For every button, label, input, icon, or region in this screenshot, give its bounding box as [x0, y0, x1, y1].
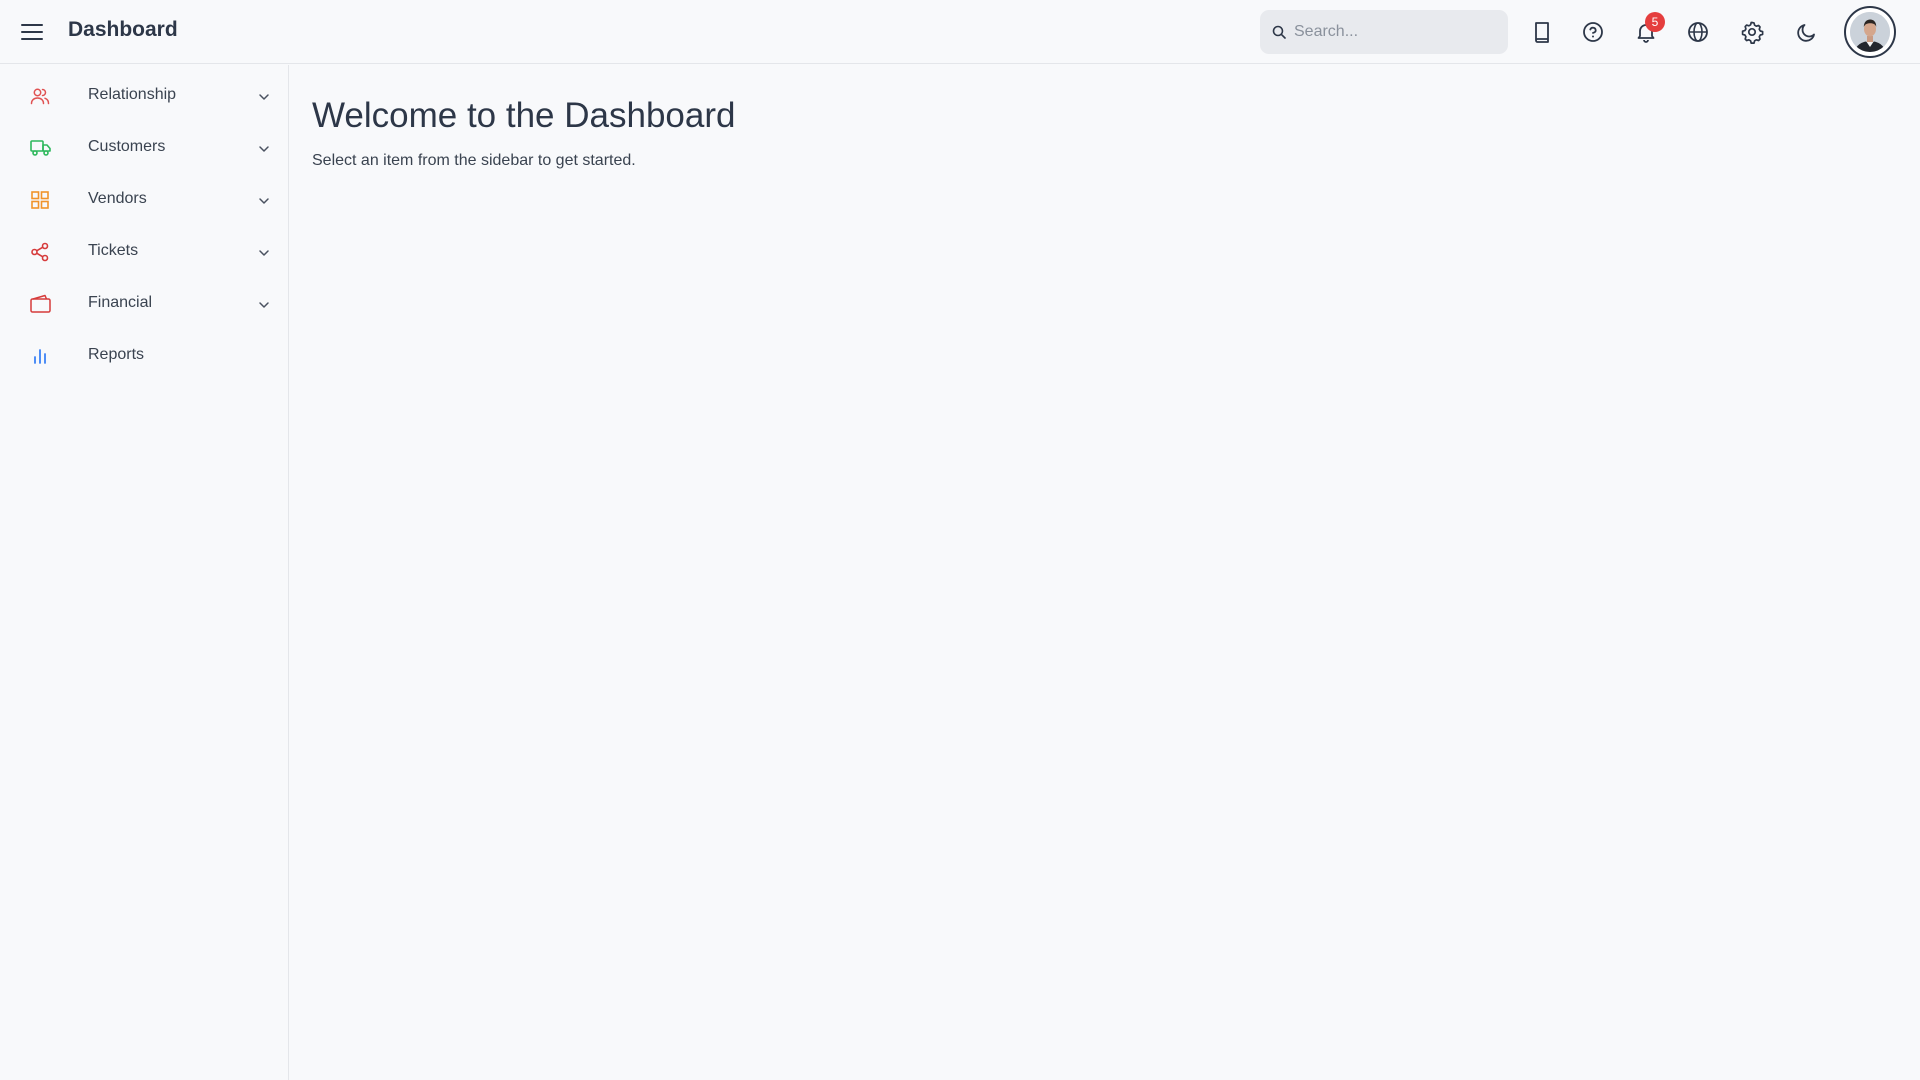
sidebar-item-financial[interactable]: Financial — [8, 278, 289, 330]
sidebar-item-label: Vendors — [88, 190, 147, 207]
sidebar-item-label: Tickets — [88, 242, 139, 259]
sidebar-item-tickets[interactable]: Tickets — [8, 226, 289, 278]
share-icon — [30, 242, 50, 262]
book-icon[interactable] — [1528, 18, 1556, 46]
menu-icon[interactable] — [18, 19, 46, 45]
search-input[interactable] — [1294, 10, 1502, 54]
search-icon — [1272, 25, 1286, 39]
gear-icon[interactable] — [1738, 18, 1766, 46]
sidebar-item-relationship[interactable]: Relationship — [8, 70, 289, 122]
wallet-icon — [30, 294, 51, 314]
sidebar-item-reports[interactable]: Reports — [8, 330, 289, 382]
sidebar-item-label: Relationship — [88, 86, 177, 103]
app-title: Dashboard — [68, 18, 178, 41]
chevron-down-icon[interactable] — [258, 246, 270, 258]
search-box[interactable] — [1260, 10, 1508, 54]
sidebar-item-label: Reports — [88, 346, 145, 363]
top-bar: Dashboard 5 — [0, 0, 1920, 64]
avatar-image — [1850, 12, 1890, 52]
page-title: Welcome to the Dashboard — [312, 96, 736, 135]
avatar[interactable] — [1844, 6, 1896, 58]
sidebar-item-customers[interactable]: Customers — [8, 122, 289, 174]
sidebar: Relationship Customers Vendors Tickets F… — [8, 65, 289, 1080]
users-icon — [30, 86, 50, 106]
chevron-down-icon[interactable] — [258, 142, 270, 154]
moon-icon[interactable] — [1793, 18, 1821, 46]
bar-chart-icon — [30, 346, 50, 366]
help-icon[interactable] — [1579, 18, 1607, 46]
sidebar-item-vendors[interactable]: Vendors — [8, 174, 289, 226]
sidebar-item-label: Financial — [88, 294, 153, 311]
page-subtitle: Select an item from the sidebar to get s… — [312, 152, 636, 169]
chevron-down-icon[interactable] — [258, 194, 270, 206]
notification-badge: 5 — [1645, 12, 1665, 32]
grid-icon — [30, 190, 50, 210]
sidebar-item-label: Customers — [88, 138, 166, 155]
chevron-down-icon[interactable] — [258, 298, 270, 310]
globe-icon[interactable] — [1684, 18, 1712, 46]
truck-icon — [30, 138, 51, 158]
chevron-down-icon[interactable] — [258, 90, 270, 102]
